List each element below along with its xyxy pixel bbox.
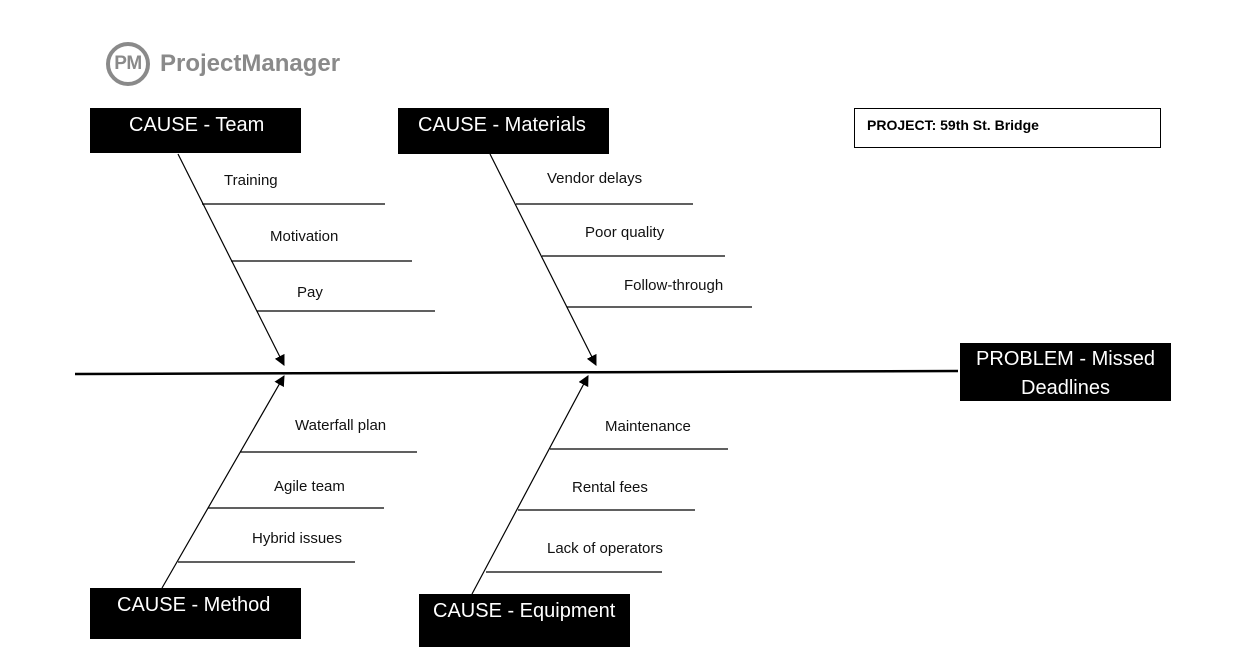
sub-cause-poor-quality: Poor quality xyxy=(585,224,665,241)
cause-box-equipment: CAUSE - Equipment xyxy=(419,594,630,647)
project-label-box: PROJECT: 59th St. Bridge xyxy=(854,108,1161,148)
sub-cause-training: Training xyxy=(224,172,278,189)
cause-title-materials: CAUSE - Materials xyxy=(418,114,586,136)
logo-icon-text: PM xyxy=(114,53,142,74)
cause-box-method: CAUSE - Method xyxy=(90,588,301,639)
sub-cause-follow-through: Follow-through xyxy=(624,277,724,294)
cause-box-materials: CAUSE - Materials xyxy=(398,108,609,154)
cause-title-equipment: CAUSE - Equipment xyxy=(433,600,616,622)
method-bone xyxy=(161,375,285,589)
projectmanager-logo: PM ProjectManager xyxy=(106,42,340,86)
equipment-bone xyxy=(471,375,589,595)
sub-cause-motivation: Motivation xyxy=(270,228,339,245)
sub-cause-hybrid-issues: Hybrid issues xyxy=(252,530,343,547)
sub-cause-maintenance: Maintenance xyxy=(605,418,691,435)
logo-brand-text: ProjectManager xyxy=(160,50,341,77)
problem-box: PROBLEM - Missed Deadlines xyxy=(960,343,1171,401)
project-label: PROJECT: 59th St. Bridge xyxy=(867,117,1039,133)
sub-cause-lack-of-operators: Lack of operators xyxy=(547,540,663,557)
sub-cause-pay: Pay xyxy=(297,284,323,301)
pm-logo-icon: PM xyxy=(106,42,150,86)
cause-title-method: CAUSE - Method xyxy=(117,594,271,616)
spine-line xyxy=(74,369,959,376)
sub-cause-rental-fees: Rental fees xyxy=(572,479,648,496)
cause-box-team: CAUSE - Team xyxy=(90,108,301,153)
sub-cause-vendor-delays: Vendor delays xyxy=(547,170,643,187)
sub-cause-waterfall-plan: Waterfall plan xyxy=(295,417,387,434)
fishbone-lines xyxy=(74,153,959,595)
problem-line-2: Deadlines xyxy=(1021,377,1110,399)
problem-line-1: PROBLEM - Missed xyxy=(976,348,1155,370)
sub-cause-agile-team: Agile team xyxy=(274,478,345,495)
cause-title-team: CAUSE - Team xyxy=(129,114,265,136)
